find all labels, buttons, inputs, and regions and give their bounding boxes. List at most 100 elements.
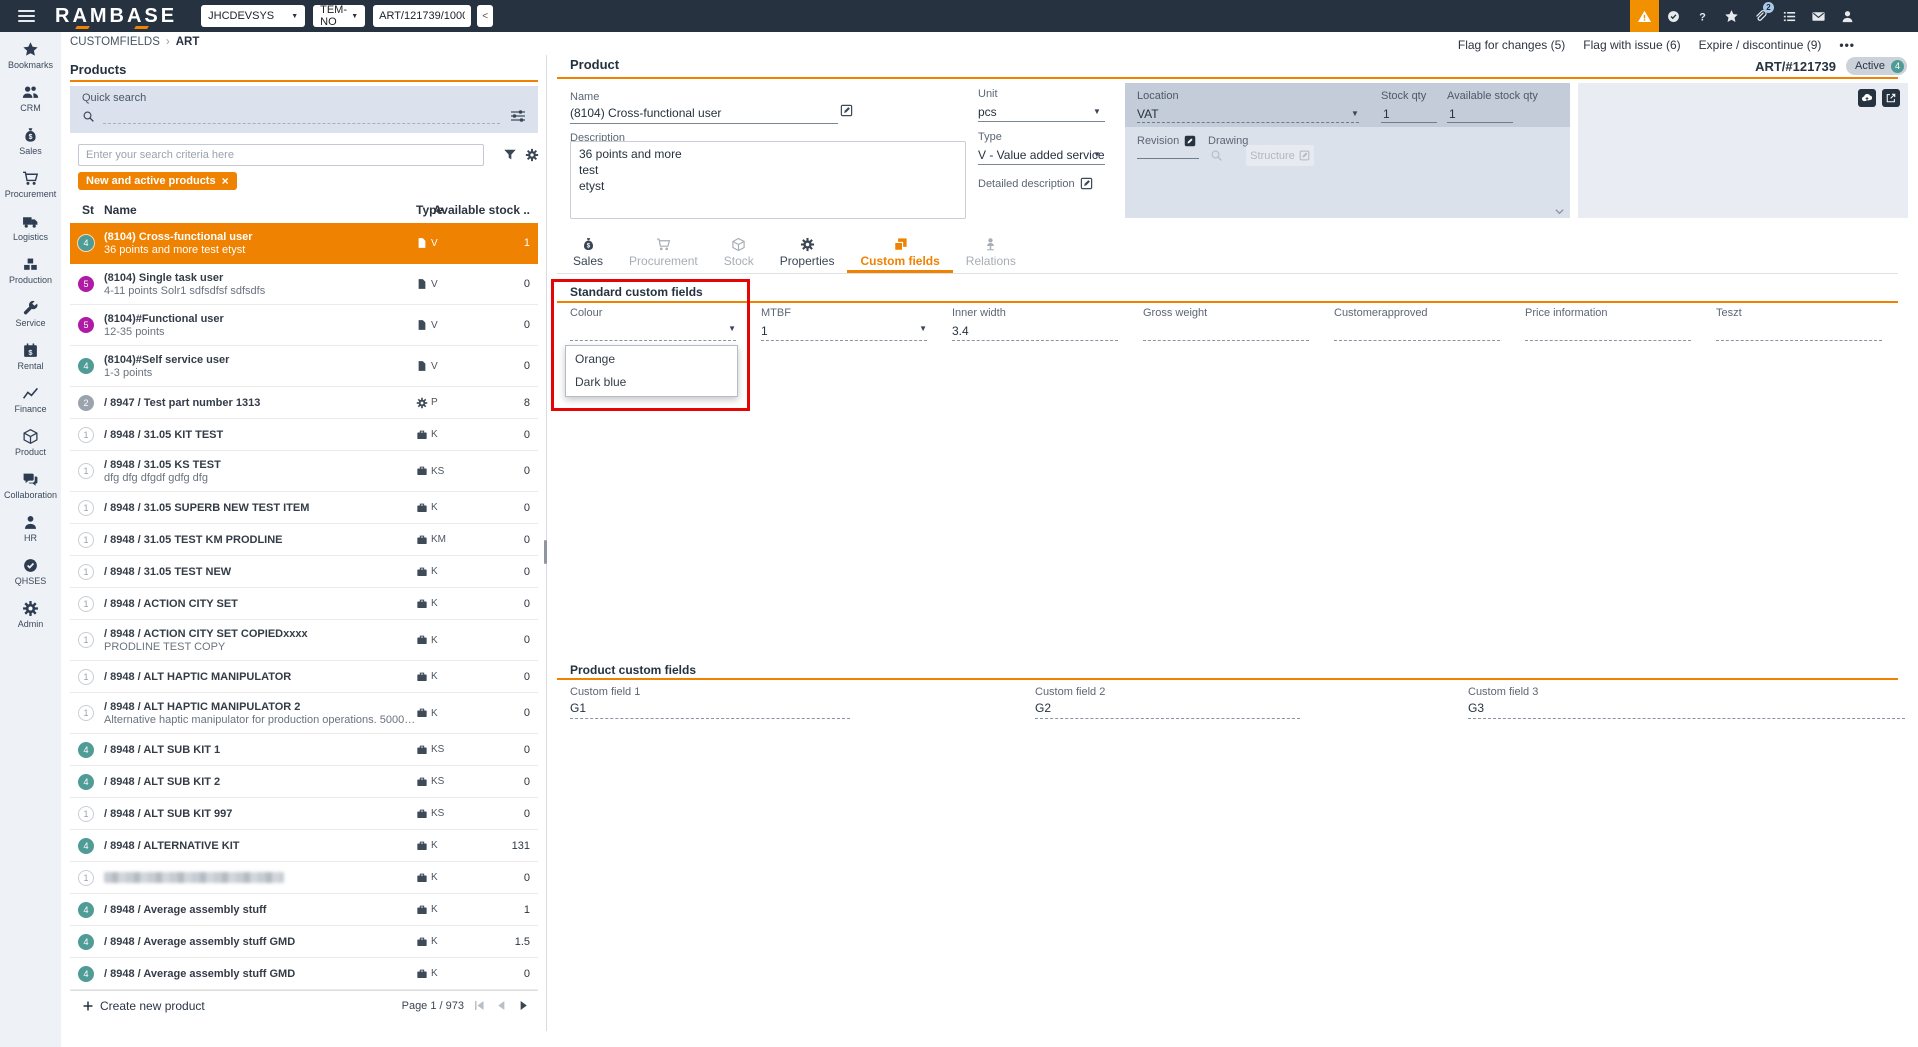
back-button[interactable]: < [477,5,493,27]
table-row[interactable]: 1/ 8948 / ALT HAPTIC MANIPULATOR 2Altern… [70,693,538,734]
chevron-down-icon[interactable]: ▼ [1093,107,1101,116]
more-actions-icon[interactable]: ••• [1839,38,1855,52]
detailed-description-link[interactable]: Detailed description [978,177,1093,190]
open-external-button[interactable] [1882,89,1900,107]
search-icon[interactable] [1210,149,1223,162]
warning-button[interactable] [1630,0,1659,32]
close-icon[interactable]: × [222,174,229,188]
tab-relations[interactable]: Relations [953,232,1029,273]
scrollbar-thumb[interactable] [544,540,547,564]
upload-image-button[interactable] [1858,89,1876,107]
table-row[interactable]: 1/ 8948 / 31.05 KIT TESTK0 [70,419,538,451]
user-button[interactable] [1833,0,1862,32]
tab-sales[interactable]: $Sales [560,232,616,273]
edit-dark-icon[interactable] [1184,135,1196,147]
sidebar-item-crm[interactable]: CRM [0,84,61,127]
filter-sliders-icon[interactable] [510,108,526,124]
sidebar-item-service[interactable]: Service [0,299,61,342]
table-row[interactable]: 1K0 [70,862,538,894]
table-row[interactable]: 2/ 8947 / Test part number 1313P8 [70,387,538,419]
table-row[interactable]: 1/ 8948 / ALT SUB KIT 997KS0 [70,798,538,830]
sidebar-item-qhses[interactable]: QHSES [0,557,61,600]
sidebar-item-production[interactable]: Production [0,256,61,299]
field-value-row[interactable]: ▼ [570,322,761,338]
sidebar-item-sales[interactable]: $Sales [0,127,61,170]
table-row[interactable]: 5(8104)#Functional user12-35 pointsV0 [70,305,538,346]
sidebar-item-product[interactable]: Product [0,428,61,471]
collapse-chevron-icon[interactable] [1554,206,1565,217]
revision-underline[interactable] [1137,158,1199,159]
tab-properties[interactable]: Properties [767,232,848,273]
field-value-row[interactable]: 1▼ [761,322,952,338]
paperclip-button[interactable]: 2 [1746,0,1775,32]
name-field[interactable]: (8104) Cross-functional user [570,106,721,120]
breadcrumb-parent[interactable]: CUSTOMFIELDS [70,36,160,48]
sidebar-item-bookmarks[interactable]: Bookmarks [0,41,61,84]
table-row[interactable]: 5(8104) Single task user4-11 points Solr… [70,264,538,305]
table-row[interactable]: 4/ 8948 / ALTERNATIVE KITK131 [70,830,538,862]
next-page-icon[interactable] [517,999,530,1012]
document-id-input[interactable] [373,5,471,27]
sidebar-item-collaboration[interactable]: Collaboration [0,471,61,514]
settings-gear-icon[interactable] [525,148,539,162]
filter-chip[interactable]: New and active products × [78,172,237,190]
field-value-row[interactable] [1525,322,1716,338]
location-select[interactable]: VAT [1137,107,1159,121]
table-row[interactable]: 4/ 8948 / Average assembly stuff GMDK0 [70,958,538,990]
star-button[interactable] [1717,0,1746,32]
chevron-down-icon[interactable]: ▼ [1351,109,1359,118]
table-row[interactable]: 1/ 8948 / 31.05 TEST NEWK0 [70,556,538,588]
sidebar-item-rental[interactable]: $Rental [0,342,61,385]
table-row[interactable]: 4/ 8948 / Average assembly stuff GMDK1.5 [70,926,538,958]
menu-icon[interactable] [18,10,35,22]
header-action-link[interactable]: Expire / discontinue (9) [1699,38,1822,52]
mail-button[interactable] [1804,0,1833,32]
tab-stock[interactable]: Stock [711,232,767,273]
field-value[interactable]: G1 [570,701,850,715]
column-st[interactable]: St [82,203,94,217]
header-action-link[interactable]: Flag with issue (6) [1583,38,1680,52]
structure-button[interactable]: Structure [1246,145,1314,166]
edit-pencil-icon[interactable] [840,104,853,117]
list-button[interactable] [1775,0,1804,32]
field-value-row[interactable] [1334,322,1525,338]
table-row[interactable]: 4(8104) Cross-functional user36 points a… [70,223,538,264]
sidebar-item-hr[interactable]: HR [0,514,61,557]
table-row[interactable]: 4/ 8948 / Average assembly stuffK1 [70,894,538,926]
search-input[interactable] [78,144,484,166]
table-row[interactable]: 1/ 8948 / ALT HAPTIC MANIPULATORK0 [70,661,538,693]
type-select[interactable]: V - Value added service [978,148,1105,162]
chevron-down-icon[interactable]: ▼ [728,324,736,333]
column-name[interactable]: Name [104,203,137,217]
field-value-row[interactable]: 3.4 [952,322,1143,338]
sidebar-item-finance[interactable]: Finance [0,385,61,428]
table-row[interactable]: 4/ 8948 / ALT SUB KIT 2KS0 [70,766,538,798]
product-image-area[interactable] [1578,83,1908,218]
tab-procurement[interactable]: Procurement [616,232,711,273]
table-row[interactable]: 4(8104)#Self service user1-3 pointsV0 [70,346,538,387]
column-available-stock[interactable]: Available stock .. [410,203,530,217]
table-row[interactable]: 4/ 8948 / ALT SUB KIT 1KS0 [70,734,538,766]
field-value[interactable]: G3 [1468,701,1905,715]
field-value-row[interactable] [1716,322,1907,338]
sidebar-item-admin[interactable]: Admin [0,600,61,643]
table-row[interactable]: 1/ 8948 / 31.05 KS TESTdfg dfg dfgdf gdf… [70,451,538,492]
table-row[interactable]: 1/ 8948 / ACTION CITY SETK0 [70,588,538,620]
table-row[interactable]: 1/ 8948 / ACTION CITY SET COPIEDxxxxPROD… [70,620,538,661]
locale-select[interactable]: TEM-NO▼ [313,5,365,27]
chevron-down-icon[interactable]: ▼ [1093,150,1101,159]
dropdown-option[interactable]: Orange [566,348,737,371]
funnel-icon[interactable] [503,148,517,162]
create-new-product[interactable]: Create new product [100,999,205,1013]
tab-custom-fields[interactable]: Custom fields [847,232,952,273]
prev-page-icon[interactable] [495,999,508,1012]
table-row[interactable]: 1/ 8948 / 31.05 TEST KM PRODLINEKM0 [70,524,538,556]
first-page-icon[interactable] [473,999,486,1012]
seal-check-button[interactable] [1659,0,1688,32]
sidebar-item-procurement[interactable]: Procurement [0,170,61,213]
quick-search[interactable]: Quick search [70,86,538,133]
header-action-link[interactable]: Flag for changes (5) [1458,38,1565,52]
help-button[interactable]: ? [1688,0,1717,32]
dropdown-option[interactable]: Dark blue [566,371,737,394]
field-value[interactable]: G2 [1035,701,1300,715]
